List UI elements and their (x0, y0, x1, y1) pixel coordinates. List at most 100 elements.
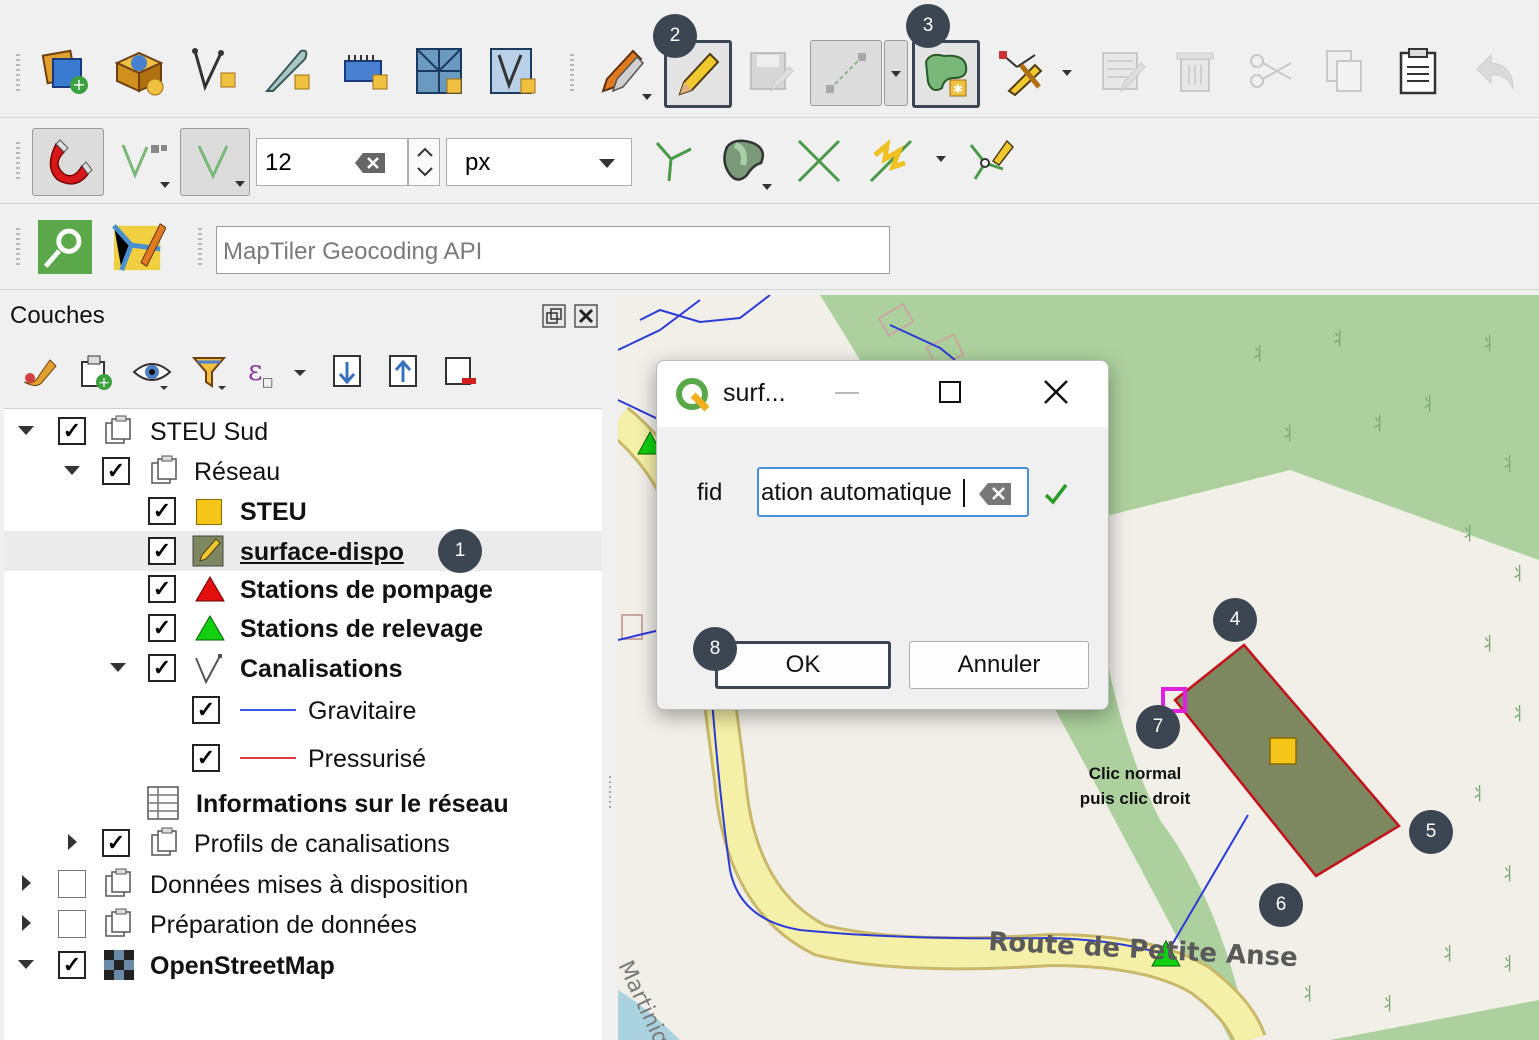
vertex-tool-button[interactable] (994, 44, 1072, 98)
snap-to-vertex-button[interactable] (110, 134, 172, 188)
minimize-icon[interactable] (835, 392, 859, 394)
layer-tree-item-selected[interactable]: ✓ surface-dispo 1 (4, 529, 602, 573)
chevron-up-icon[interactable] (417, 147, 433, 157)
topological-editing-button[interactable] (646, 134, 700, 188)
locate-button[interactable] (38, 220, 92, 274)
layer-checkbox[interactable] (58, 870, 86, 898)
snapping-mode-button[interactable] (180, 128, 250, 196)
chevron-down-icon[interactable] (18, 426, 34, 435)
dialog-titlebar[interactable]: surf... (657, 361, 1108, 427)
layer-checkbox[interactable]: ✓ (58, 951, 86, 979)
new-raster-button[interactable] (338, 44, 392, 98)
tolerance-unit-select[interactable]: px (446, 138, 632, 186)
chevron-down-icon[interactable] (642, 94, 652, 100)
new-project-button[interactable]: + (38, 44, 92, 98)
layer-tree-item[interactable]: ✓ Canalisations (4, 648, 602, 688)
expand-all-icon[interactable] (330, 352, 370, 392)
layer-checkbox[interactable]: ✓ (102, 457, 130, 485)
ok-button[interactable]: OK (715, 641, 891, 689)
self-snapping-button[interactable] (864, 134, 946, 188)
layer-tree-item[interactable]: ✓ Profils de canalisations (4, 823, 602, 863)
layer-checkbox[interactable]: ✓ (102, 829, 130, 857)
float-panel-icon[interactable] (542, 304, 566, 328)
layer-checkbox[interactable]: ✓ (192, 744, 220, 772)
cut-features-button[interactable] (1244, 44, 1298, 98)
snap-intersection-button[interactable] (792, 134, 846, 188)
chevron-down-icon[interactable] (64, 466, 80, 475)
snapping-tolerance-field[interactable]: 12 (256, 138, 408, 186)
new-layer-button[interactable] (112, 44, 166, 98)
layer-checkbox[interactable]: ✓ (58, 417, 86, 445)
toolbar-grip[interactable] (14, 228, 22, 268)
remove-layer-icon[interactable] (442, 352, 482, 392)
layer-tree-item[interactable]: ✓ Pressurisé (4, 738, 602, 778)
chevron-down-icon[interactable] (417, 167, 433, 177)
chevron-right-icon[interactable] (22, 875, 31, 891)
maximize-icon[interactable] (939, 381, 961, 403)
new-scratch-layer-button[interactable] (260, 44, 314, 98)
locator-search-input[interactable]: MapTiler Geocoding API (216, 226, 890, 274)
toolbar-grip[interactable] (14, 54, 22, 94)
undo-button[interactable] (1468, 44, 1522, 98)
clear-icon[interactable] (979, 483, 1011, 505)
layer-tree-item[interactable]: ✓ Gravitaire (4, 690, 602, 730)
layer-checkbox[interactable] (58, 910, 86, 938)
paste-features-button[interactable] (1392, 44, 1446, 98)
layer-tree-item[interactable]: Données mises à disposition (4, 864, 602, 904)
chevron-down-icon[interactable] (18, 960, 34, 969)
tolerance-stepper[interactable] (408, 138, 440, 186)
close-icon[interactable] (1043, 379, 1069, 405)
chevron-down-icon[interactable] (936, 156, 946, 162)
visibility-icon[interactable] (132, 352, 172, 392)
layer-tree-item[interactable]: Préparation de données (4, 904, 602, 944)
add-polygon-button[interactable]: ✱ (912, 40, 980, 108)
fid-input[interactable]: ation automatique (757, 467, 1029, 517)
clear-icon[interactable] (355, 153, 385, 173)
layer-tree-item[interactable]: ✓ STEU (4, 491, 602, 531)
toolbar-grip[interactable] (14, 142, 22, 182)
filter-icon[interactable] (190, 352, 230, 392)
layer-checkbox[interactable]: ✓ (148, 497, 176, 525)
layer-tree-item[interactable]: ✓ STEU Sud (4, 411, 602, 451)
cancel-button[interactable]: Annuler (909, 641, 1089, 689)
enable-snapping-button[interactable] (32, 128, 104, 196)
digitize-line-button[interactable] (810, 40, 882, 106)
add-group-icon[interactable]: + (76, 352, 116, 392)
layer-checkbox[interactable]: ✓ (148, 654, 176, 682)
modify-attributes-button[interactable] (1096, 44, 1150, 98)
digitize-dropdown[interactable] (884, 40, 908, 106)
layer-tree-item[interactable]: Informations sur le réseau (4, 783, 602, 823)
chevron-down-icon[interactable] (110, 663, 126, 672)
new-grid-button[interactable] (412, 44, 466, 98)
toolbar-grip[interactable] (568, 54, 576, 94)
layer-checkbox[interactable]: ✓ (148, 614, 176, 642)
map-tips-button[interactable] (112, 220, 166, 274)
layer-checkbox[interactable]: ✓ (192, 696, 220, 724)
layer-tree-item[interactable]: ✓ Réseau (4, 451, 602, 491)
chevron-right-icon[interactable] (68, 834, 77, 850)
avoid-overlap-button[interactable] (716, 134, 772, 190)
chevron-right-icon[interactable] (22, 915, 31, 931)
collapse-all-icon[interactable] (386, 352, 426, 392)
layer-tree-item[interactable]: ✓ Stations de relevage (4, 608, 602, 648)
layer-checkbox[interactable]: ✓ (148, 575, 176, 603)
save-edits-button[interactable] (744, 44, 798, 98)
chevron-down-icon[interactable] (762, 184, 772, 190)
new-virtual-layer-button[interactable] (486, 44, 540, 98)
current-edits-button[interactable] (596, 44, 652, 100)
delete-selected-button[interactable] (1168, 44, 1222, 98)
chevron-down-icon[interactable] (1062, 70, 1072, 76)
annotation-text: Clic normal puis clic droit (1068, 761, 1202, 811)
panel-splitter[interactable] (602, 290, 618, 1040)
style-manager-icon[interactable] (20, 352, 60, 392)
copy-features-button[interactable] (1318, 44, 1372, 98)
layer-checkbox[interactable]: ✓ (148, 537, 176, 565)
layer-tree-item[interactable]: ✓ Stations de pompage (4, 569, 602, 609)
chevron-down-icon[interactable] (160, 182, 170, 188)
split-feature-button[interactable] (962, 134, 1016, 188)
close-panel-icon[interactable] (574, 304, 598, 328)
toolbar-grip[interactable] (196, 228, 204, 268)
new-vector-layer-button[interactable] (186, 44, 240, 98)
layer-tree-item[interactable]: ✓ OpenStreetMap (4, 945, 602, 985)
expression-filter-icon[interactable]: ε □ (244, 352, 314, 392)
